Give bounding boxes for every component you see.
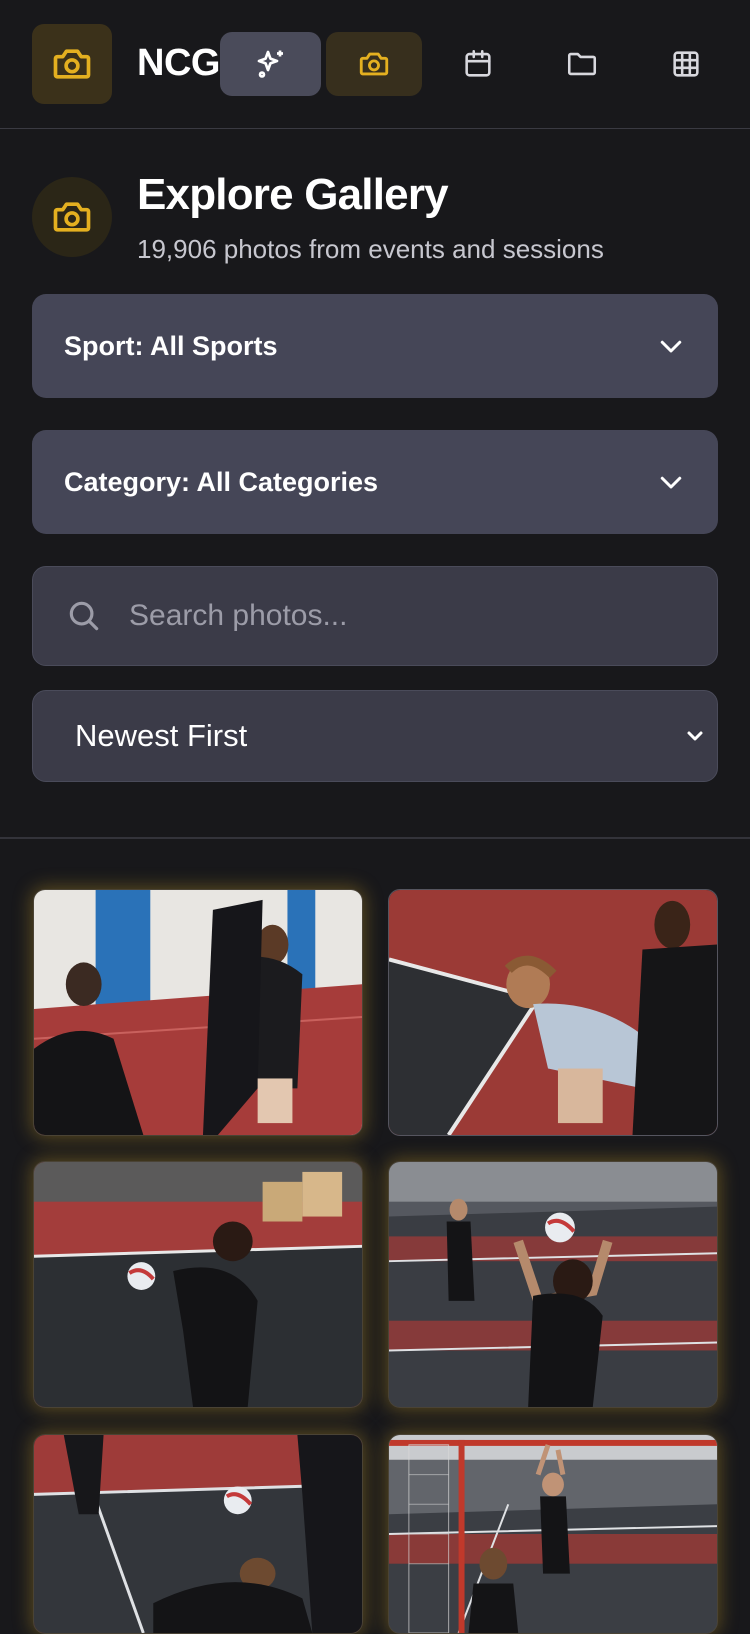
sort-select[interactable]: Newest First [32, 690, 718, 782]
logo[interactable] [32, 24, 112, 104]
photo-thumbnail [389, 1162, 717, 1407]
chevron-down-icon [687, 731, 703, 741]
photo-count-subtitle: 19,906 photos from events and sessions [137, 234, 604, 264]
top-nav-bar: NCG [0, 0, 750, 129]
photo-thumbnail [34, 1162, 362, 1407]
sport-filter-label: Sport: All Sports [64, 330, 278, 361]
page-title: Explore Gallery [137, 170, 449, 219]
calendar-icon [465, 49, 491, 77]
gallery-icon-badge [32, 177, 112, 257]
photo-card[interactable] [33, 1434, 363, 1634]
camera-icon [359, 52, 389, 76]
photo-thumbnail [389, 1435, 717, 1633]
chevron-down-icon [660, 476, 682, 489]
nav-ai-button[interactable] [220, 32, 321, 96]
camera-icon [53, 202, 91, 232]
nav-calendar-button[interactable] [442, 32, 514, 96]
sparkles-icon [257, 50, 283, 78]
sport-filter-dropdown[interactable]: Sport: All Sports [32, 294, 718, 398]
nav-grid-button[interactable] [650, 32, 722, 96]
photo-card[interactable] [388, 889, 718, 1136]
category-filter-dropdown[interactable]: Category: All Categories [32, 430, 718, 534]
nav-photos-button[interactable] [326, 32, 422, 96]
grid-icon [673, 51, 699, 77]
search-input[interactable] [129, 599, 669, 633]
photo-thumbnail [34, 890, 362, 1135]
photo-thumbnail [389, 890, 717, 1135]
sort-select-value: Newest First [75, 718, 248, 753]
photo-thumbnail [34, 1435, 362, 1633]
photo-card[interactable] [388, 1434, 718, 1634]
search-field[interactable] [32, 566, 718, 666]
folder-icon [567, 52, 597, 76]
section-divider [0, 837, 750, 839]
search-icon [69, 601, 99, 631]
photo-card[interactable] [33, 1161, 363, 1408]
category-filter-label: Category: All Categories [64, 466, 379, 497]
camera-icon [53, 49, 91, 79]
brand-name: NCG [137, 42, 220, 84]
nav-folders-button[interactable] [545, 32, 619, 96]
chevron-down-icon [660, 340, 682, 353]
photo-card[interactable] [33, 889, 363, 1136]
photo-card[interactable] [388, 1161, 718, 1408]
